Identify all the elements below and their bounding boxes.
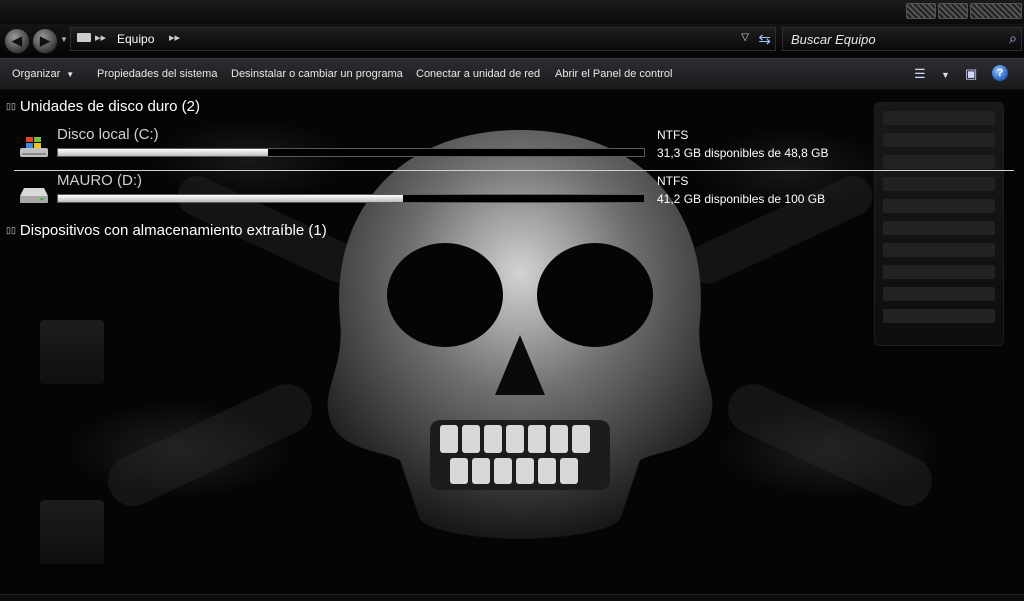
maximize-button[interactable] — [938, 3, 968, 19]
refresh-icon[interactable]: ⇆ — [758, 30, 771, 48]
address-field[interactable]: ▸▸ Equipo ▸▸ ▽ ⇆ — [70, 27, 776, 51]
window-controls — [906, 3, 1022, 19]
search-field[interactable]: ⌕ — [782, 27, 1022, 51]
drive-name: Disco local (C:) — [57, 126, 159, 143]
drive-usage-bar — [57, 148, 645, 157]
arrow-left-icon: ◀ — [12, 33, 22, 48]
computer-icon — [77, 33, 91, 42]
system-properties-button[interactable]: Propiedades del sistema — [97, 68, 217, 80]
chevron-down-icon: ▼ — [66, 70, 75, 79]
breadcrumb-separator-icon[interactable]: ▸▸ — [95, 31, 106, 44]
uninstall-program-button[interactable]: Desinstalar o cambiar un programa — [231, 68, 403, 80]
arrow-right-icon: ▶ — [40, 33, 50, 48]
group-label: Dispositivos con almacenamiento extraíbl… — [19, 222, 327, 239]
command-bar: Organizar ▼ Propiedades del sistema Desin… — [0, 58, 1024, 90]
drive-item-c[interactable]: Disco local (C:) NTFS 31,3 GB disponible… — [14, 126, 1014, 171]
collapse-group-icon[interactable]: ▯▯ — [6, 101, 16, 112]
group-label: Unidades de disco duro (2) — [19, 98, 201, 115]
drive-free-space: 31,3 GB disponibles de 48,8 GB — [657, 146, 829, 160]
organize-button[interactable]: Organizar ▼ — [12, 68, 74, 80]
help-button[interactable]: ? — [992, 65, 1008, 81]
drive-item-d[interactable]: MAURO (D:) NTFS 41,2 GB disponibles de 1… — [14, 172, 1014, 216]
search-input[interactable] — [783, 28, 993, 50]
hard-drive-icon — [20, 188, 48, 203]
windows-drive-icon — [20, 137, 48, 157]
collapse-group-icon[interactable]: ▯▯ — [6, 225, 16, 236]
view-options-dropdown-icon[interactable]: ▼ — [941, 70, 950, 80]
breadcrumb-separator-icon[interactable]: ▸▸ — [169, 31, 180, 44]
minimize-button[interactable] — [906, 3, 936, 19]
address-dropdown-icon[interactable]: ▽ — [741, 32, 749, 43]
change-view-icon[interactable]: ☰ — [914, 66, 926, 82]
forward-button[interactable]: ▶ — [32, 28, 58, 54]
organize-label: Organizar — [12, 68, 61, 80]
back-button[interactable]: ◀ — [4, 28, 30, 54]
drive-usage-fill — [58, 195, 403, 202]
drive-usage-fill — [58, 149, 269, 156]
map-network-drive-button[interactable]: Conectar a unidad de red — [416, 68, 540, 80]
drive-usage-bar — [57, 194, 645, 203]
group-header-hard-drives[interactable]: ▯▯ Unidades de disco duro (2) — [6, 98, 200, 115]
close-button[interactable] — [970, 3, 1022, 19]
window-title-bar — [0, 0, 1024, 24]
drive-filesystem: NTFS — [657, 174, 689, 188]
drive-name: MAURO (D:) — [57, 172, 142, 189]
group-header-removable[interactable]: ▯▯ Dispositivos con almacenamiento extraí… — [6, 222, 327, 239]
drive-free-space: 41,2 GB disponibles de 100 GB — [657, 192, 826, 206]
recent-pages-dropdown[interactable]: ▼ — [60, 35, 68, 44]
open-control-panel-button[interactable]: Abrir el Panel de control — [555, 68, 672, 80]
breadcrumb-equipo[interactable]: Equipo — [117, 32, 154, 46]
search-icon[interactable]: ⌕ — [1009, 30, 1017, 47]
desktop-icon-blurred — [40, 320, 104, 384]
drive-filesystem: NTFS — [657, 128, 689, 142]
preview-pane-icon[interactable]: ▣ — [965, 66, 977, 82]
desktop-icon-blurred — [40, 500, 104, 564]
